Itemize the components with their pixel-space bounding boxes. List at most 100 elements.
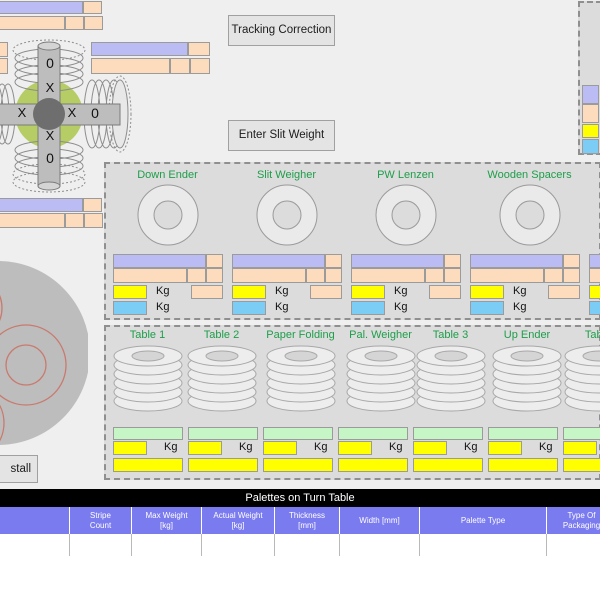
row2-col3-field-yellow-2[interactable] (263, 458, 333, 472)
palette-table-cell[interactable] (275, 534, 340, 556)
station3-field-peach-e[interactable] (429, 285, 461, 299)
station1-field-peach-d[interactable] (206, 268, 223, 283)
row2-col1-field-mint[interactable] (113, 427, 183, 440)
station4-field-blue[interactable] (470, 301, 504, 315)
station4-field-peach-e[interactable] (548, 285, 580, 299)
palette-table-header-cell[interactable]: Thickness [mm] (275, 507, 340, 534)
palette-table-header-cell[interactable]: Stripe Count (70, 507, 132, 534)
station2-field-peach-a[interactable] (325, 254, 342, 268)
station3-field-peach-a[interactable] (444, 254, 461, 268)
station-pal-weigher[interactable]: Pal. Weigher (338, 329, 423, 427)
palette-table-header-cell[interactable]: Max Weight [kg] (132, 507, 202, 534)
row2-col6-field-yellow-2[interactable] (488, 458, 558, 472)
station3-field-peach-b[interactable] (351, 268, 425, 283)
station2-field-peach-b[interactable] (232, 268, 306, 283)
station-down-ender[interactable]: Down Ender (110, 168, 225, 254)
palette-table-cell[interactable] (132, 534, 202, 556)
row2-col5-field-mint[interactable] (413, 427, 483, 440)
station3-field-blue[interactable] (351, 301, 385, 315)
row2-col7-field-yellow-1[interactable] (563, 441, 597, 455)
station-slit-weigher[interactable]: Slit Weigher (229, 168, 344, 254)
palette-table-body[interactable] (0, 534, 600, 556)
disc-stack-icon (187, 345, 256, 412)
row2-col1-field-yellow-2[interactable] (113, 458, 183, 472)
palette-table-header-cell[interactable]: Palette Type (420, 507, 547, 534)
station1-field-blue[interactable] (113, 301, 147, 315)
status-bar-peach-top-c (65, 16, 84, 30)
station-paper-folding[interactable]: Paper Folding (258, 329, 343, 427)
station2-field-peach-c[interactable] (306, 268, 325, 283)
station-table-last[interactable]: Table (563, 329, 600, 427)
station1-field-purple[interactable] (113, 254, 206, 268)
station-table-2[interactable]: Table 2 (184, 329, 259, 427)
status-bar-peach-bottom-d (84, 213, 103, 228)
station1-field-peach-a[interactable] (206, 254, 223, 268)
palette-table-header-cell[interactable]: Actual Weight [kg] (202, 507, 275, 534)
row2-col4-field-mint[interactable] (338, 427, 408, 440)
station5-field-yellow[interactable] (589, 285, 600, 299)
station2-field-peach-d[interactable] (325, 268, 342, 283)
row2-col4-field-yellow-2[interactable] (338, 458, 408, 472)
row2-col4-field-yellow-1[interactable] (338, 441, 372, 455)
row2-col2-field-yellow-2[interactable] (188, 458, 258, 472)
station3-field-peach-c[interactable] (425, 268, 444, 283)
row2-col3-field-mint[interactable] (263, 427, 333, 440)
station-down-ender-label: Down Ender (137, 169, 198, 181)
station-wooden-spacers[interactable]: Wooden Spacers (467, 168, 592, 254)
station1-field-peach-c[interactable] (187, 268, 206, 283)
row2-col2-field-mint[interactable] (188, 427, 258, 440)
station2-field-blue[interactable] (232, 301, 266, 315)
station5-field-blue[interactable] (589, 301, 600, 315)
disc-stack-icon (416, 345, 485, 412)
palette-table-cell[interactable] (70, 534, 132, 556)
station3-field-yellow[interactable] (351, 285, 385, 299)
palette-table-cell[interactable] (420, 534, 547, 556)
palette-table-header-cell[interactable]: Width [mm] (340, 507, 420, 534)
row2-col7-field-mint[interactable] (563, 427, 600, 440)
row2-col3-field-yellow-1[interactable] (263, 441, 297, 455)
palette-table-cell[interactable] (0, 534, 70, 556)
station4-field-peach-b[interactable] (470, 268, 544, 283)
station-pw-lenzen[interactable]: PW Lenzen (348, 168, 463, 254)
station3-field-purple[interactable] (351, 254, 444, 268)
tracking-correction-button[interactable]: Tracking Correction (228, 15, 335, 46)
enter-slit-weight-button[interactable]: Enter Slit Weight (228, 120, 335, 151)
station-table-3[interactable]: Table 3 (413, 329, 488, 427)
station4-field-peach-c[interactable] (544, 268, 563, 283)
station-row-2-panel: Table 1 Table 2 Paper Folding Pal. Weigh… (104, 325, 600, 480)
row2-col5-field-yellow-2[interactable] (413, 458, 483, 472)
station-row-1-panel: Down Ender Slit Weigher PW Lenzen Wooden… (104, 162, 600, 320)
row2-col2-field-yellow-1[interactable] (188, 441, 222, 455)
status-bar-peach-top-b (0, 16, 65, 30)
palette-table-cell[interactable] (202, 534, 275, 556)
status-bar-peach-bottom-a (83, 198, 102, 212)
roll-ring-icon (137, 184, 198, 246)
palette-table-header-cell[interactable]: Type Of Packaging (547, 507, 600, 534)
row2-col6-field-mint[interactable] (488, 427, 558, 440)
turn-table-disc (0, 261, 88, 445)
station1-field-peach-e[interactable] (191, 285, 223, 299)
palette-table-header-cell[interactable] (0, 507, 70, 534)
install-button[interactable]: stall (0, 455, 38, 483)
station5-field-peach-b[interactable] (589, 268, 600, 283)
station1-field-yellow[interactable] (113, 285, 147, 299)
station2-field-peach-e[interactable] (310, 285, 342, 299)
row2-col6-field-yellow-1[interactable] (488, 441, 522, 455)
row2-col7-field-yellow-2[interactable] (563, 458, 600, 472)
station1-field-peach-b[interactable] (113, 268, 187, 283)
palette-table-cell[interactable] (340, 534, 420, 556)
station4-field-peach-a[interactable] (563, 254, 580, 268)
station4-field-peach-d[interactable] (563, 268, 580, 283)
station5-field-purple[interactable] (589, 254, 600, 268)
station2-field-yellow[interactable] (232, 285, 266, 299)
status-bar-peach-right-d (190, 58, 210, 74)
station-up-ender[interactable]: Up Ender (487, 329, 567, 427)
station4-field-yellow[interactable] (470, 285, 504, 299)
station2-field-purple[interactable] (232, 254, 325, 268)
station-table-1[interactable]: Table 1 (110, 329, 185, 427)
station3-field-peach-d[interactable] (444, 268, 461, 283)
station4-field-purple[interactable] (470, 254, 563, 268)
row2-col5-field-yellow-1[interactable] (413, 441, 447, 455)
row2-col1-field-yellow-1[interactable] (113, 441, 147, 455)
palette-table-cell[interactable] (547, 534, 600, 556)
